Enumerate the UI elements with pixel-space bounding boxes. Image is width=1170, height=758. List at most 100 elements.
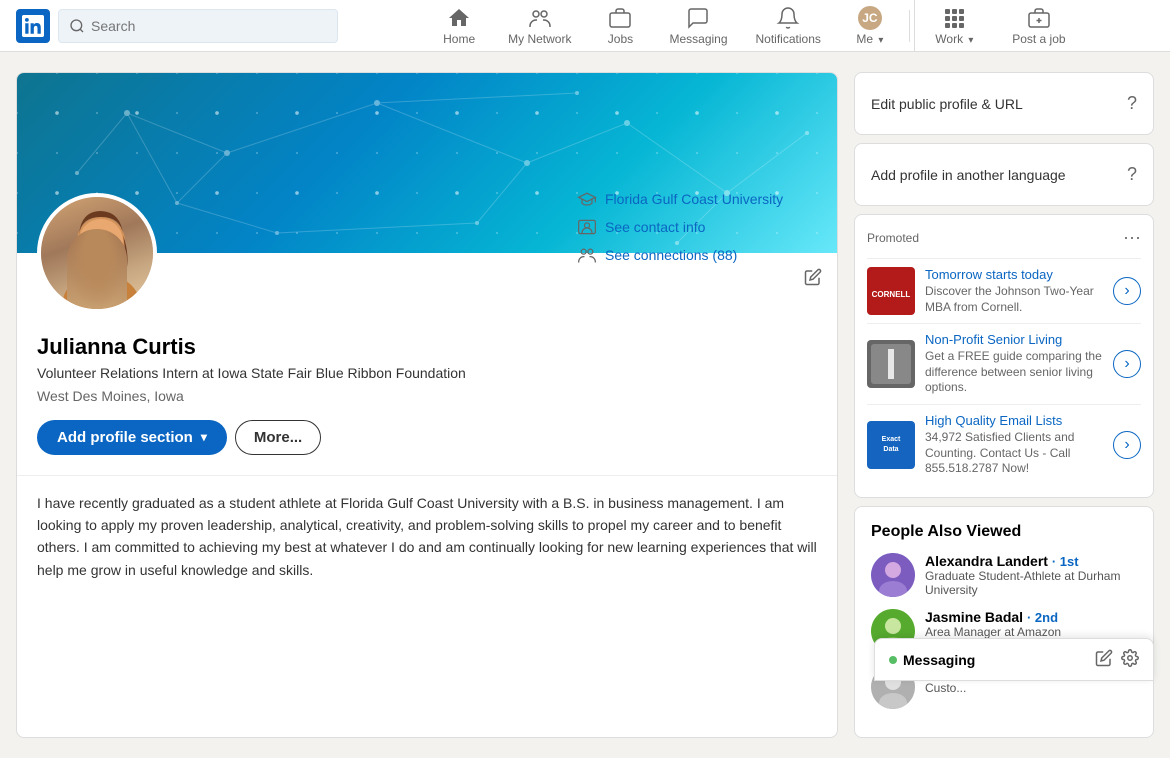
pav-headline-2: Custo... (925, 681, 1137, 695)
nav-me[interactable]: JC Me ▾ (835, 0, 905, 52)
profile-card: Florida Gulf Coast University See contac… (16, 72, 838, 738)
add-profile-section-button[interactable]: Add profile section ▾ (37, 420, 227, 455)
add-language-link[interactable]: Add profile in another language ? (871, 160, 1137, 189)
connections-link[interactable]: See connections (88) (605, 247, 737, 263)
pav-name-0[interactable]: Alexandra Landert · 1st (925, 553, 1137, 569)
pav-headline-1: Area Manager at Amazon (925, 625, 1137, 639)
nav-network-label: My Network (508, 32, 571, 46)
ad-cornell-arrow[interactable]: › (1113, 277, 1141, 305)
pav-headline-0: Graduate Student-Athlete at Durham Unive… (925, 569, 1137, 597)
ad-cornell-content: Tomorrow starts today Discover the Johns… (925, 267, 1103, 315)
nav-notifications-label: Notifications (756, 32, 821, 46)
linkedin-logo[interactable] (16, 9, 50, 43)
ad-nonprofit-title[interactable]: Non-Profit Senior Living (925, 332, 1103, 347)
contact-icon (577, 217, 597, 237)
edit-profile-url-card: Edit public profile & URL ? (854, 72, 1154, 135)
messaging-settings-icon[interactable] (1121, 649, 1139, 670)
exactdata-logo: Exact Data (867, 421, 915, 469)
main-nav: Home My Network Jobs Messaging (354, 0, 1154, 52)
nav-post-job[interactable]: Post a job (994, 0, 1084, 52)
nav-home-label: Home (443, 32, 475, 46)
promoted-header: Promoted ··· (867, 227, 1141, 248)
network-icon (528, 6, 552, 30)
jobs-icon (608, 6, 632, 30)
add-language-help-icon[interactable]: ? (1127, 164, 1137, 185)
pav-degree-1: · 2nd (1027, 610, 1058, 625)
ad-nonprofit: Non-Profit Senior Living Get a FREE guid… (867, 323, 1141, 404)
profile-avatar-container (37, 193, 157, 313)
dropdown-arrow-icon: ▾ (201, 430, 207, 444)
ad-exactdata-desc: 34,972 Satisfied Clients and Counting. C… (925, 430, 1103, 477)
nonprofit-logo (867, 340, 915, 388)
ad-nonprofit-content: Non-Profit Senior Living Get a FREE guid… (925, 332, 1103, 396)
profile-info: Julianna Curtis Volunteer Relations Inte… (37, 334, 817, 404)
ad-exactdata-arrow[interactable]: › (1113, 431, 1141, 459)
pav-info-1: Jasmine Badal · 2nd Area Manager at Amaz… (925, 609, 1137, 639)
search-input[interactable] (91, 18, 327, 34)
add-language-label: Add profile in another language (871, 167, 1066, 183)
messaging-status: Messaging (889, 652, 975, 668)
profile-body: Florida Gulf Coast University See contac… (17, 253, 837, 475)
messaging-actions (1095, 649, 1139, 670)
cornell-logo: CORNELL (867, 267, 915, 315)
home-icon (447, 6, 471, 30)
edit-profile-url-link[interactable]: Edit public profile & URL ? (871, 89, 1137, 118)
ad-exactdata: Exact Data High Quality Email Lists 34,9… (867, 404, 1141, 485)
nav-post-job-label: Post a job (1012, 32, 1065, 46)
post-job-icon (1027, 6, 1051, 30)
ad-cornell-title[interactable]: Tomorrow starts today (925, 267, 1103, 282)
edit-profile-button[interactable] (797, 261, 829, 293)
svg-text:Exact: Exact (882, 436, 901, 443)
university-info: Florida Gulf Coast University (577, 189, 817, 209)
people-also-viewed-title: People Also Viewed (871, 523, 1137, 541)
university-icon (577, 189, 597, 209)
avatar: JC (858, 6, 882, 30)
nav-jobs-label: Jobs (608, 32, 633, 46)
ad-cornell: CORNELL Tomorrow starts today Discover t… (867, 258, 1141, 323)
pav-item-0: Alexandra Landert · 1st Graduate Student… (871, 553, 1137, 597)
add-profile-section-label: Add profile section (57, 429, 193, 446)
nav-jobs[interactable]: Jobs (585, 0, 655, 52)
ad-exactdata-content: High Quality Email Lists 34,972 Satisfie… (925, 413, 1103, 477)
nav-messaging-label: Messaging (669, 32, 727, 46)
ad-exactdata-title[interactable]: High Quality Email Lists (925, 413, 1103, 428)
nav-work[interactable]: Work ▾ (914, 0, 994, 52)
pav-degree-0: · 1st (1052, 554, 1079, 569)
profile-location: West Des Moines, Iowa (37, 388, 817, 404)
messaging-label[interactable]: Messaging (903, 652, 975, 668)
profile-side-info: Florida Gulf Coast University See contac… (577, 189, 817, 273)
pav-info-0: Alexandra Landert · 1st Graduate Student… (925, 553, 1137, 597)
add-language-card: Add profile in another language ? (854, 143, 1154, 206)
promoted-label: Promoted (867, 231, 919, 245)
nav-notifications[interactable]: Notifications (742, 0, 835, 52)
edit-profile-help-icon[interactable]: ? (1127, 93, 1137, 114)
nav-network[interactable]: My Network (494, 0, 585, 52)
more-button[interactable]: More... (235, 420, 321, 455)
ad-cornell-desc: Discover the Johnson Two-Year MBA from C… (925, 284, 1103, 315)
search-bar[interactable] (58, 9, 338, 43)
ad-nonprofit-arrow[interactable]: › (1113, 350, 1141, 378)
messaging-icon (686, 6, 710, 30)
profile-headline: Volunteer Relations Intern at Iowa State… (37, 364, 817, 384)
compose-message-icon[interactable] (1095, 649, 1113, 670)
profile-actions: Add profile section ▾ More... (37, 420, 817, 455)
nav-work-label: Work ▾ (935, 32, 973, 46)
promoted-menu-button[interactable]: ··· (1123, 227, 1141, 248)
contact-info-link[interactable]: See contact info (605, 219, 705, 235)
profile-avatar-img (41, 197, 153, 309)
svg-text:CORNELL: CORNELL (872, 290, 911, 299)
online-indicator (889, 656, 897, 664)
profile-photo (41, 197, 157, 313)
svg-text:Data: Data (883, 446, 898, 453)
pav-name-1[interactable]: Jasmine Badal · 2nd (925, 609, 1137, 625)
university-link[interactable]: Florida Gulf Coast University (605, 191, 783, 207)
nav-messaging[interactable]: Messaging (655, 0, 741, 52)
nav-me-label: Me ▾ (856, 32, 883, 46)
nav-divider (909, 10, 910, 42)
ad-nonprofit-desc: Get a FREE guide comparing the differenc… (925, 349, 1103, 396)
people-also-viewed-card: People Also Viewed Alexandra Landert · 1… (854, 506, 1154, 738)
search-icon (69, 18, 85, 34)
messaging-bar: Messaging (874, 638, 1154, 681)
nav-home[interactable]: Home (424, 0, 494, 52)
profile-bio: I have recently graduated as a student a… (17, 475, 837, 598)
